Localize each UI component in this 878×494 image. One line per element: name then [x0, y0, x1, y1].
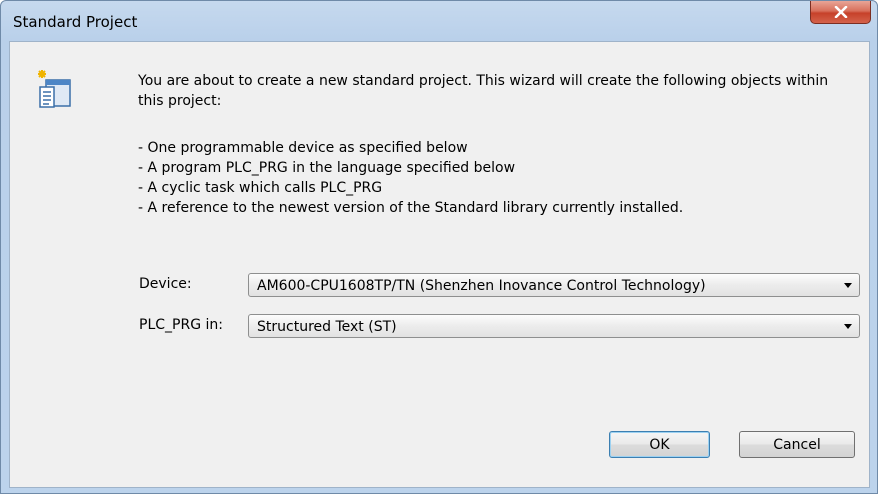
list-item: - A reference to the newest version of t…	[138, 200, 684, 216]
device-select[interactable]: AM600-CPU1608TP/TN (Shenzhen Inovance Co…	[248, 273, 860, 297]
list-item: - A cyclic task which calls PLC_PRG	[138, 180, 383, 196]
title-bar[interactable]: Standard Project	[1, 1, 877, 41]
close-button[interactable]	[810, 1, 871, 24]
plc-prg-language-select[interactable]: Structured Text (ST)	[248, 314, 860, 338]
device-select-value: AM600-CPU1608TP/TN (Shenzhen Inovance Co…	[257, 278, 706, 294]
bullet-list: - One programmable device as specified b…	[138, 138, 838, 218]
close-icon	[834, 6, 847, 18]
list-item: - One programmable device as specified b…	[138, 140, 468, 156]
window-title: Standard Project	[13, 13, 138, 31]
chevron-down-icon	[844, 283, 852, 288]
ok-button[interactable]: OK	[609, 431, 710, 458]
plc-prg-label: PLC_PRG in:	[139, 317, 223, 333]
chevron-down-icon	[844, 324, 852, 329]
list-item: - A program PLC_PRG in the language spec…	[138, 160, 516, 176]
cancel-button[interactable]: Cancel	[739, 431, 855, 458]
plc-prg-select-value: Structured Text (ST)	[257, 319, 397, 335]
device-label: Device:	[139, 276, 192, 292]
project-wizard-icon	[36, 70, 72, 112]
intro-text: You are about to create a new standard p…	[138, 73, 829, 109]
dialog-client-area: You are about to create a new standard p…	[9, 41, 870, 488]
dialog-window: Standard Project You are about to create…	[0, 0, 878, 494]
